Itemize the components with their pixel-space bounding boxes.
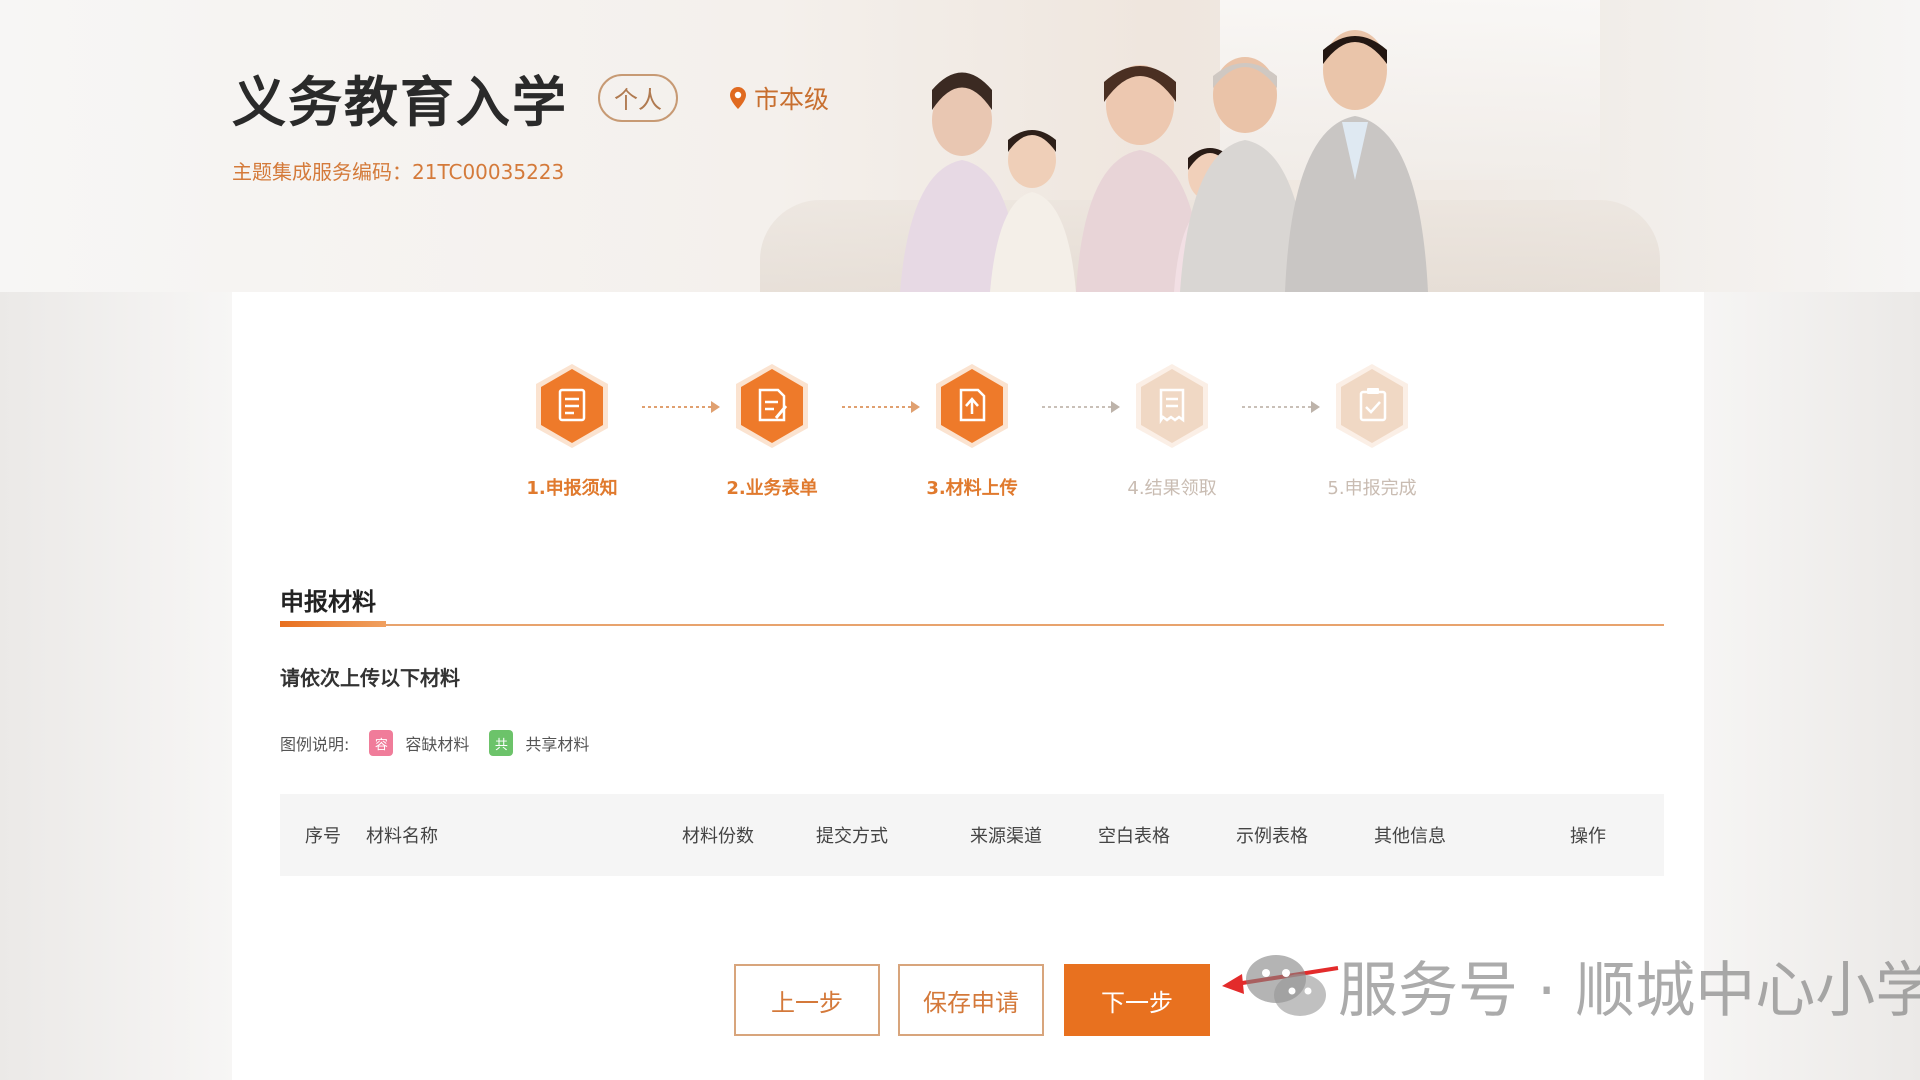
step-label: 4.结果领取 — [1127, 478, 1217, 499]
column-header: 空白表格 — [1098, 826, 1170, 847]
step-label: 3.材料上传 — [926, 478, 1018, 499]
column-header: 材料名称 — [366, 826, 438, 847]
step-label: 2.业务表单 — [726, 478, 818, 499]
upload-icon — [936, 364, 1008, 448]
save-application-button[interactable]: 保存申请 — [898, 964, 1044, 1036]
form-icon — [736, 364, 808, 448]
legend: 图例说明: 容 容缺材料 共 共享材料 — [280, 730, 589, 756]
complete-icon — [1336, 364, 1408, 448]
legend-shared-text: 共享材料 — [525, 735, 590, 754]
section-divider — [280, 621, 1664, 627]
column-header: 材料份数 — [682, 826, 754, 847]
step-label: 5.申报完成 — [1327, 478, 1417, 499]
section-title: 申报材料 — [280, 588, 376, 616]
legend-deficiency-text: 容缺材料 — [405, 735, 470, 754]
column-header: 序号 — [305, 826, 341, 847]
step-1: 1.申报须知 — [502, 362, 642, 500]
location-selector[interactable]: 市本级 — [730, 80, 829, 116]
legend-label: 图例说明: — [280, 735, 350, 754]
column-header: 操作 — [1570, 826, 1606, 847]
family-photo — [900, 30, 1428, 292]
wechat-icon — [1246, 954, 1326, 1016]
materials-table-header: 序号 材料名称 材料份数 提交方式 来源渠道 空白表格 示例表格 其他信息 操作 — [280, 794, 1664, 876]
receipt-icon — [1136, 364, 1208, 448]
column-header: 提交方式 — [816, 826, 888, 847]
progress-steps: 1.申报须知 2.业务表单 3.材料上传 4.结果领取 5.申报完成 — [232, 362, 1704, 522]
watermark: 服务号 · 顺城中心小学 — [1244, 942, 1920, 1029]
deficiency-badge: 容 — [369, 730, 394, 756]
step-2: 2.业务表单 — [702, 362, 842, 500]
column-header: 其他信息 — [1374, 826, 1446, 847]
watermark-text: 服务号 · 顺城中心小学 — [1338, 956, 1920, 1026]
shared-badge: 共 — [489, 730, 514, 756]
step-4: 4.结果领取 — [1102, 362, 1242, 500]
column-header: 示例表格 — [1236, 826, 1308, 847]
page-title: 义务教育入学 — [232, 71, 568, 134]
personal-tag: 个人 — [598, 73, 678, 122]
location-label: 市本级 — [754, 84, 830, 114]
title-row: 义务教育入学 个人 市本级 — [232, 58, 829, 137]
section-subtitle: 请依次上传以下材料 — [280, 666, 460, 690]
step-3: 3.材料上传 — [902, 362, 1042, 500]
header-banner: 义务教育入学 个人 市本级 主题集成服务编码：21TC00035223 — [0, 0, 1920, 292]
next-step-button[interactable]: 下一步 — [1064, 964, 1210, 1036]
prev-step-button[interactable]: 上一步 — [734, 964, 880, 1036]
service-code: 主题集成服务编码：21TC00035223 — [232, 160, 565, 184]
column-header: 来源渠道 — [970, 826, 1042, 847]
step-5: 5.申报完成 — [1302, 362, 1442, 500]
location-pin-icon — [730, 86, 746, 109]
notice-icon — [536, 364, 608, 448]
step-label: 1.申报须知 — [526, 478, 618, 499]
